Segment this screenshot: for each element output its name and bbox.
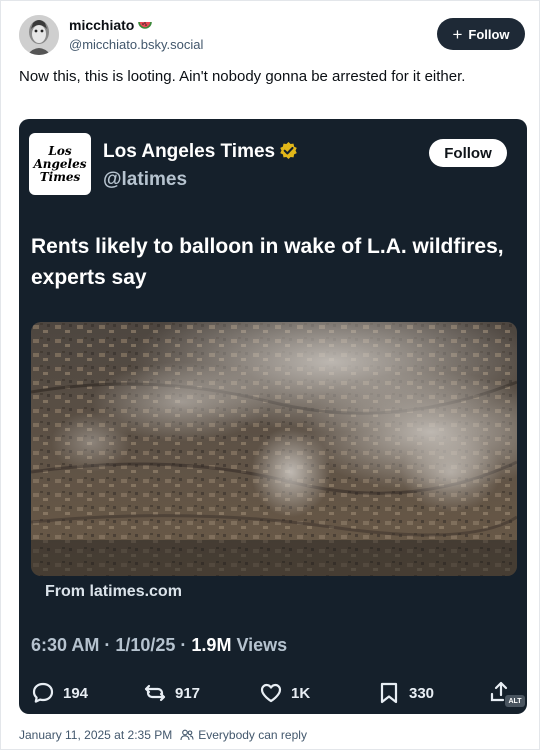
bookmark-icon bbox=[380, 682, 398, 704]
logo-line: Times bbox=[39, 169, 81, 184]
author-handle[interactable]: @micchiato.bsky.social bbox=[69, 37, 203, 52]
logo-line: Angeles bbox=[33, 156, 87, 171]
bluesky-post-card: micchiato @micchiato.bsky.social + Follow… bbox=[0, 0, 540, 750]
watermelon-icon bbox=[138, 19, 153, 35]
like-count: 1K bbox=[291, 684, 311, 702]
people-icon bbox=[180, 729, 194, 741]
embed-meta: 6:30 AM · 1/10/25 · 1.9M Views bbox=[31, 635, 288, 655]
embed-views-label: Views bbox=[236, 635, 288, 655]
plus-icon: + bbox=[452, 24, 463, 44]
reply-count: 194 bbox=[63, 684, 89, 702]
alt-badge[interactable]: ALT bbox=[505, 695, 525, 707]
repost-icon bbox=[144, 684, 166, 702]
author-name-text: micchiato bbox=[69, 17, 135, 33]
verified-badge-icon bbox=[279, 141, 298, 166]
author-name[interactable]: micchiato bbox=[69, 17, 153, 35]
reply-setting: Everybody can reply bbox=[180, 728, 307, 742]
avatar[interactable] bbox=[19, 15, 59, 55]
repost-count: 917 bbox=[175, 684, 201, 702]
embed-time: 6:30 AM bbox=[31, 635, 100, 655]
post-timestamp[interactable]: January 11, 2025 at 2:35 PM bbox=[19, 728, 172, 742]
embed-follow-button: Follow bbox=[429, 139, 507, 167]
post-footer: January 11, 2025 at 2:35 PM Everybody ca… bbox=[19, 728, 307, 742]
embed-account-name-text: Los Angeles Times bbox=[103, 141, 276, 162]
follow-button[interactable]: + Follow bbox=[437, 18, 525, 50]
embed-date: 1/10/25 bbox=[115, 635, 176, 655]
wildfire-aerial-photo bbox=[31, 322, 517, 576]
bookmark-count: 330 bbox=[409, 684, 435, 702]
reply-setting-text: Everybody can reply bbox=[198, 728, 307, 742]
post-text: Now this, this is looting. Ain't nobody … bbox=[19, 68, 466, 85]
embed-account-name: Los Angeles Times bbox=[103, 141, 298, 166]
follow-label: Follow bbox=[468, 26, 510, 42]
reply-icon bbox=[32, 682, 54, 703]
embed-account-handle: @latimes bbox=[103, 169, 188, 190]
embed-repost-count: 917 bbox=[143, 679, 200, 707]
embed-bookmark-count: 330 bbox=[377, 679, 434, 707]
embed-views-count: 1.9M bbox=[191, 635, 232, 655]
embed-reply-count: 194 bbox=[31, 679, 88, 707]
post-header: micchiato @micchiato.bsky.social + Follow bbox=[19, 15, 525, 59]
embed-actions: 194 917 1K 330 ALT bbox=[19, 679, 527, 707]
latimes-logo: Los Angeles Times bbox=[29, 133, 91, 195]
source-link: From latimes.com bbox=[45, 583, 182, 600]
embedded-image[interactable]: Los Angeles Times Los Angeles Times @lat… bbox=[19, 119, 527, 714]
embed-like-count: 1K bbox=[259, 679, 310, 707]
heart-icon bbox=[260, 683, 282, 703]
headline: Rents likely to balloon in wake of L.A. … bbox=[31, 235, 504, 289]
logo-line: Los bbox=[48, 143, 72, 158]
